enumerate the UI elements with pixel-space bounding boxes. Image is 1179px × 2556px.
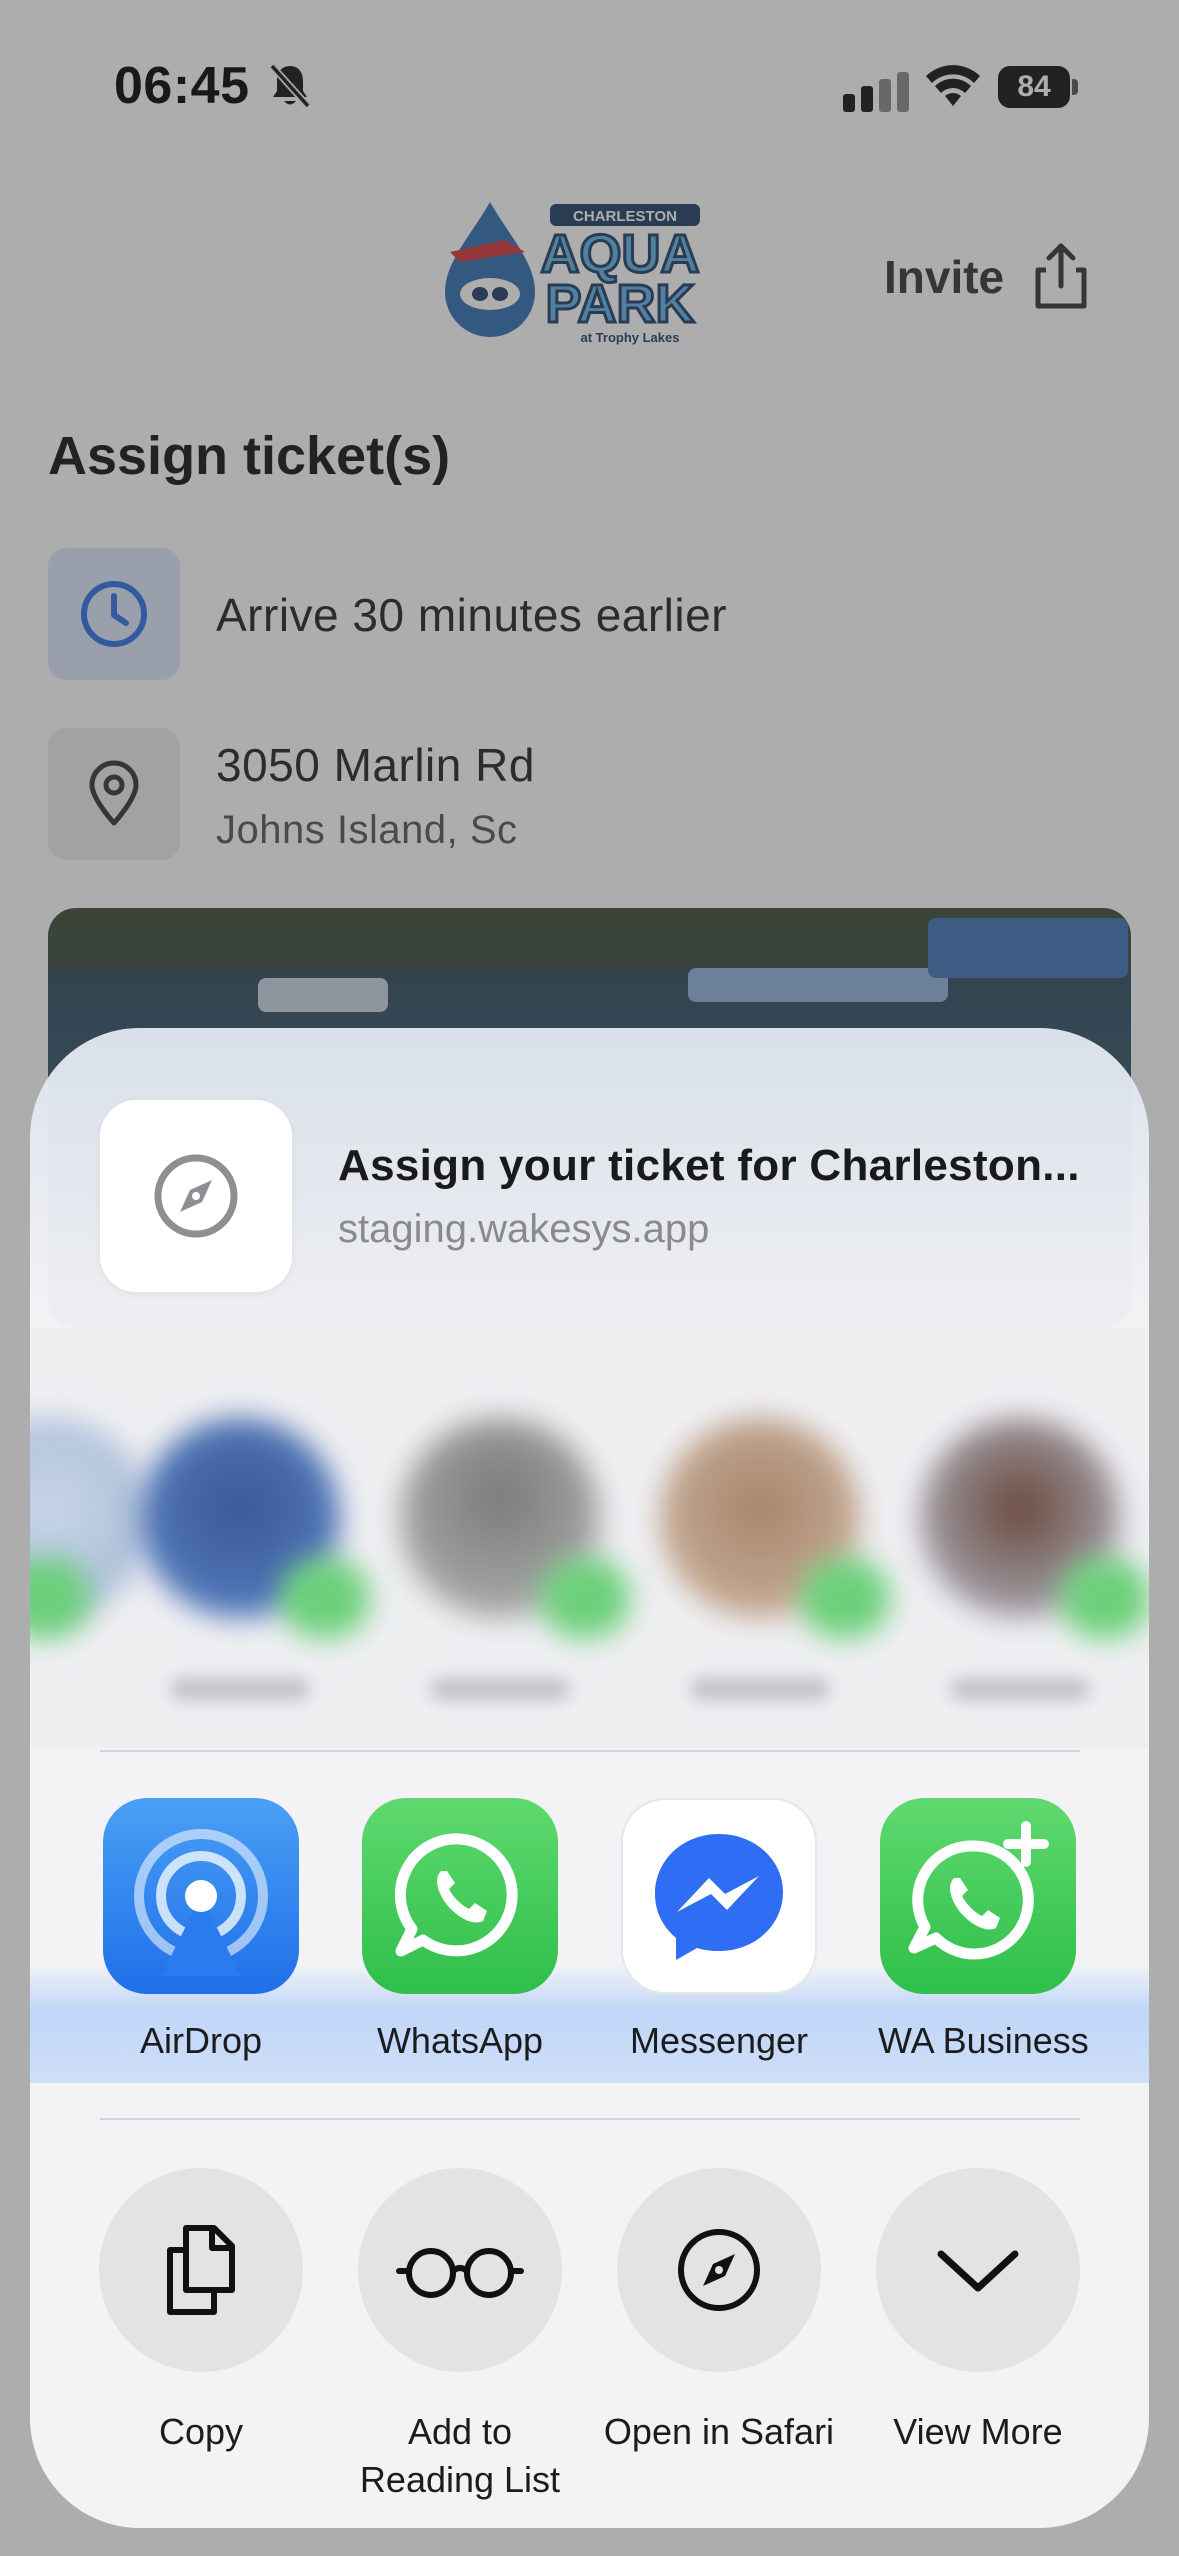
copy-icon xyxy=(99,2168,303,2372)
action-label: Copy xyxy=(158,2411,244,2452)
share-sheet: Assign your ticket for Charleston... sta… xyxy=(30,1028,1149,2528)
link-url: staging.wakesys.app xyxy=(338,1206,710,1251)
app-label: AirDrop xyxy=(139,2020,263,2061)
divider xyxy=(100,2118,1080,2120)
action-label: Open in Safari xyxy=(603,2411,835,2452)
app-label: WA Business xyxy=(878,2020,1089,2061)
action-add-to-reading-list[interactable]: Add to Reading List xyxy=(335,2168,585,2504)
messenger-icon xyxy=(621,1798,817,1994)
app-label: WhatsApp xyxy=(376,2020,544,2061)
whatsapp-icon xyxy=(362,1798,558,1994)
suggested-contacts-row[interactable] xyxy=(30,1328,1149,1748)
action-view-more[interactable]: View More xyxy=(853,2168,1103,2456)
link-preview: Assign your ticket for Charleston... sta… xyxy=(100,1100,1080,1292)
chevron-down-icon xyxy=(876,2168,1080,2372)
whatsapp-business-icon xyxy=(880,1798,1076,1994)
action-open-in-safari[interactable]: Open in Safari xyxy=(594,2168,844,2456)
airdrop-icon xyxy=(103,1798,299,1994)
link-title: Assign your ticket for Charleston... xyxy=(338,1140,1080,1190)
reading-glasses-icon xyxy=(358,2168,562,2372)
compass-icon xyxy=(617,2168,821,2372)
share-app-messenger[interactable]: Messenger xyxy=(619,1798,819,2062)
share-actions-row: Copy Add to Reading List Open in Safari … xyxy=(30,2168,1149,2508)
share-app-wa-business[interactable]: WA Business xyxy=(878,1798,1089,2062)
share-app-airdrop[interactable]: AirDrop xyxy=(101,1798,301,2062)
link-icon-box xyxy=(100,1100,292,1292)
share-apps-row: AirDrop WhatsApp Messenger WA Business xyxy=(30,1798,1149,2118)
share-app-partial[interactable] xyxy=(1140,1798,1149,1994)
app-label: Messenger xyxy=(629,2020,809,2061)
divider xyxy=(100,1750,1080,1752)
action-label: Add to Reading List xyxy=(359,2411,561,2500)
action-copy[interactable]: Copy xyxy=(76,2168,326,2456)
safari-compass-icon xyxy=(154,1154,238,1238)
action-label: View More xyxy=(893,2411,1063,2452)
share-app-whatsapp[interactable]: WhatsApp xyxy=(360,1798,560,2062)
